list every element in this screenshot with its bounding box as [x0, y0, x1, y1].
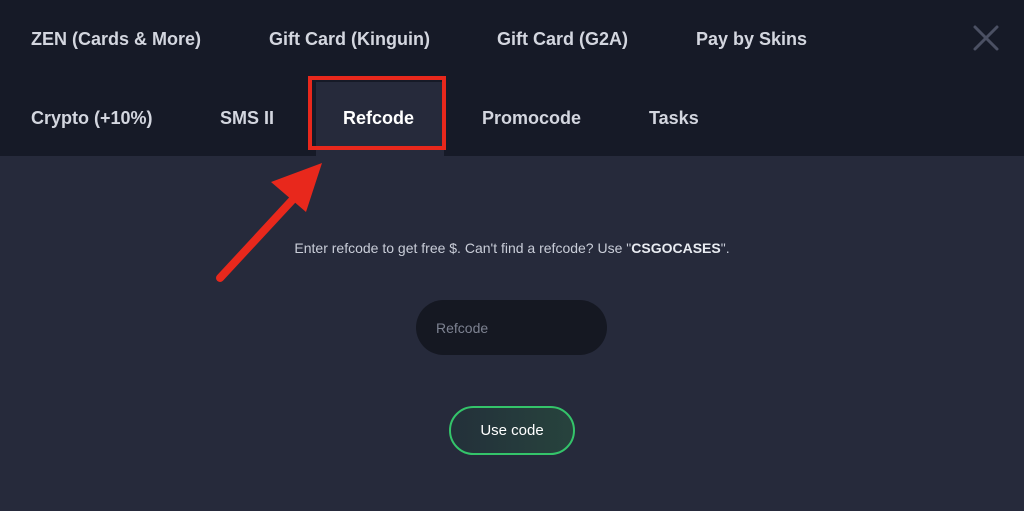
refcode-input[interactable] [416, 300, 607, 355]
instructions-text-end: ". [720, 240, 730, 256]
refcode-instructions: Enter refcode to get free $. Can't find … [0, 240, 1024, 256]
suggested-refcode: CSGOCASES [631, 240, 721, 256]
instructions-text: Enter refcode to get free $. Can't find … [294, 240, 632, 256]
use-code-button[interactable]: Use code [449, 406, 575, 455]
